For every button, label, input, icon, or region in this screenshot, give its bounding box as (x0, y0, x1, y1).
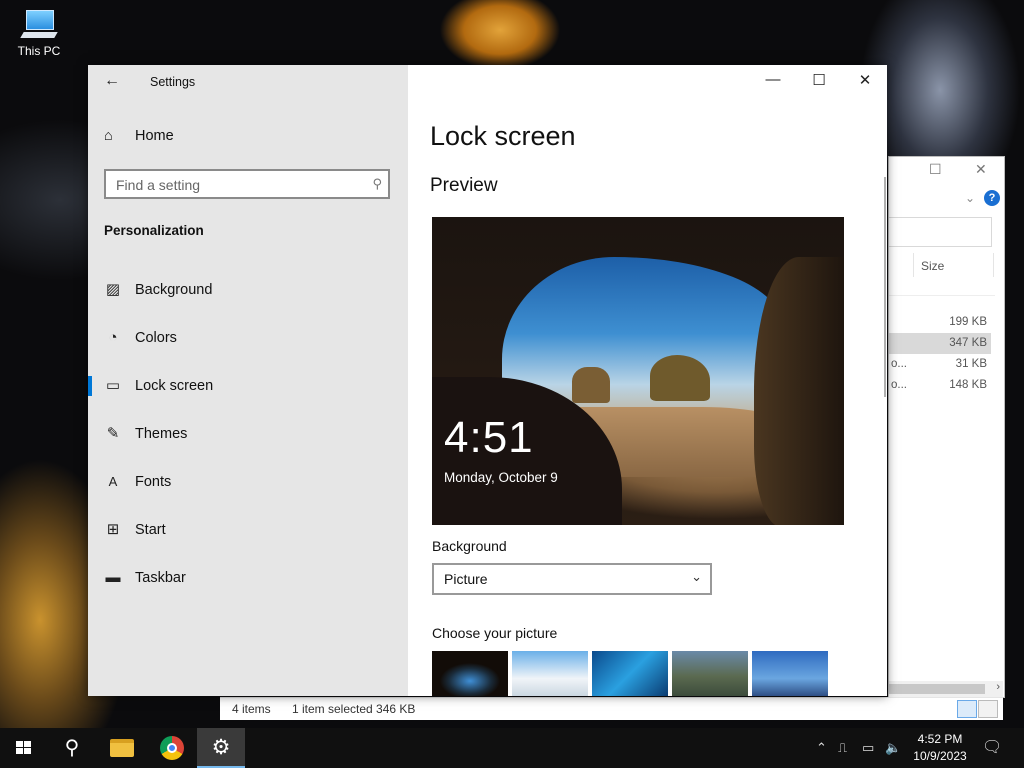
choose-picture-label: Choose your picture (432, 625, 558, 641)
picture-thumbnail[interactable] (512, 651, 588, 696)
settings-taskbar-button[interactable]: ⚙ (197, 728, 245, 768)
volume-muted-icon[interactable]: 🔈 (885, 728, 901, 768)
home-icon: ⌂ (104, 128, 113, 144)
settings-sidebar: ← Settings ⌂ Home Find a setting ⚲ Person… (88, 65, 408, 696)
start-icon: ⊞ (106, 521, 120, 538)
maximize-icon[interactable]: ☐ (804, 71, 834, 89)
selection-indicator (88, 376, 92, 396)
taskbar: ⚲ ⚙ ⌃ ⎍ ▭ 🔈 4:52 PM 10/9/2023 🗨 (0, 728, 1024, 768)
chrome-icon (160, 736, 184, 760)
size-column-header[interactable]: Size (921, 259, 944, 273)
chevron-up-icon[interactable]: ⌃ (816, 728, 827, 768)
table-row[interactable]: o... 148 KB (889, 375, 991, 396)
folder-icon (110, 739, 134, 757)
item-count: 4 items (232, 702, 271, 716)
picture-thumbnail[interactable] (672, 651, 748, 696)
preview-time: 4:51 (444, 413, 534, 462)
this-pc-desktop-icon[interactable]: This PC (14, 10, 64, 58)
picture-thumbnail[interactable] (592, 651, 668, 696)
brush-icon: ✎ (106, 425, 120, 442)
table-row[interactable]: o... 31 KB (889, 354, 991, 375)
preview-heading: Preview (430, 175, 498, 196)
sidebar-item-lock-screen[interactable]: ▭ Lock screen (88, 366, 408, 406)
search-icon[interactable]: ⚲ (372, 176, 382, 192)
taskbar-time: 4:52 PM (917, 732, 963, 746)
settings-content: — ☐ ✕ Lock screen Preview 4:51 Monday, O… (408, 65, 887, 696)
font-icon: A (108, 474, 118, 489)
sidebar-item-colors[interactable]: ◔ Colors (88, 318, 408, 358)
vertical-scrollbar[interactable] (884, 177, 886, 397)
network-icon[interactable]: ⎍ (838, 728, 847, 768)
back-arrow-icon[interactable]: ← (104, 72, 120, 90)
home-nav[interactable]: ⌂ Home (104, 128, 174, 152)
chevron-right-icon[interactable]: › (996, 681, 1000, 693)
search-icon: ⚲ (64, 737, 80, 759)
sidebar-item-background[interactable]: ▨ Background (88, 270, 408, 310)
search-button[interactable]: ⚲ (48, 728, 96, 768)
horizontal-scrollbar[interactable]: › (889, 681, 1003, 697)
dropdown-value: Picture (444, 571, 488, 587)
explorer-status-bar: 4 items 1 item selected 346 KB (220, 697, 1003, 720)
picture-thumbnail[interactable] (432, 651, 508, 696)
image-icon: ▨ (105, 281, 121, 298)
start-button[interactable] (0, 728, 48, 768)
app-title: Settings (150, 75, 196, 89)
windows-logo-icon (16, 741, 32, 755)
home-label: Home (135, 128, 174, 144)
selection-info: 1 item selected 346 KB (292, 702, 416, 716)
close-icon[interactable]: ✕ (850, 71, 880, 89)
table-row[interactable]: 199 KB (889, 312, 991, 333)
table-row[interactable]: 347 KB (889, 333, 991, 354)
lock-screen-icon: ▭ (105, 377, 121, 394)
sidebar-item-start[interactable]: ⊞ Start (88, 510, 408, 550)
sidebar-item-themes[interactable]: ✎ Themes (88, 414, 408, 454)
explorer-titlebar: ☐ ✕ (889, 157, 1004, 185)
background-dropdown[interactable]: Picture ⌄ (432, 563, 712, 595)
explorer-search-box[interactable] (889, 217, 992, 247)
close-icon[interactable]: ✕ (975, 161, 987, 178)
section-title: Personalization (104, 223, 204, 238)
monitor-icon[interactable]: ▭ (862, 728, 874, 768)
help-icon[interactable]: ? (984, 190, 1000, 206)
gear-icon: ⚙ (211, 736, 231, 759)
details-view-icon[interactable] (957, 700, 977, 718)
lock-screen-preview: 4:51 Monday, October 9 (432, 217, 844, 525)
taskbar-icon: ▬ (105, 569, 121, 586)
desktop-icon-label: This PC (17, 44, 61, 58)
search-input[interactable]: Find a setting ⚲ (104, 169, 390, 199)
file-explorer-taskbar-button[interactable] (98, 728, 146, 768)
large-icons-view-icon[interactable] (978, 700, 998, 718)
chevron-down-icon[interactable]: ⌄ (965, 191, 975, 205)
background-label: Background (432, 538, 507, 554)
sidebar-item-fonts[interactable]: A Fonts (88, 462, 408, 502)
maximize-icon[interactable]: ☐ (929, 161, 942, 178)
chevron-down-icon: ⌄ (691, 569, 702, 584)
sidebar-item-taskbar[interactable]: ▬ Taskbar (88, 558, 408, 598)
notification-icon[interactable]: 🗨 (982, 728, 1002, 768)
taskbar-date: 10/9/2023 (913, 749, 967, 763)
search-placeholder: Find a setting (116, 177, 201, 193)
taskbar-clock[interactable]: 4:52 PM 10/9/2023 (906, 731, 974, 765)
minimize-icon[interactable]: — (758, 71, 788, 88)
chrome-taskbar-button[interactable] (148, 728, 196, 768)
computer-icon (20, 10, 58, 40)
settings-window: ← Settings ⌂ Home Find a setting ⚲ Person… (88, 65, 887, 696)
page-title: Lock screen (430, 121, 576, 151)
palette-icon: ◔ (108, 329, 118, 346)
file-explorer-window: ☐ ✕ ⌄ ? Size 199 KB 347 KB o... 31 KB o.… (888, 156, 1005, 698)
picture-thumbnail[interactable] (752, 651, 828, 696)
preview-date: Monday, October 9 (444, 470, 558, 485)
